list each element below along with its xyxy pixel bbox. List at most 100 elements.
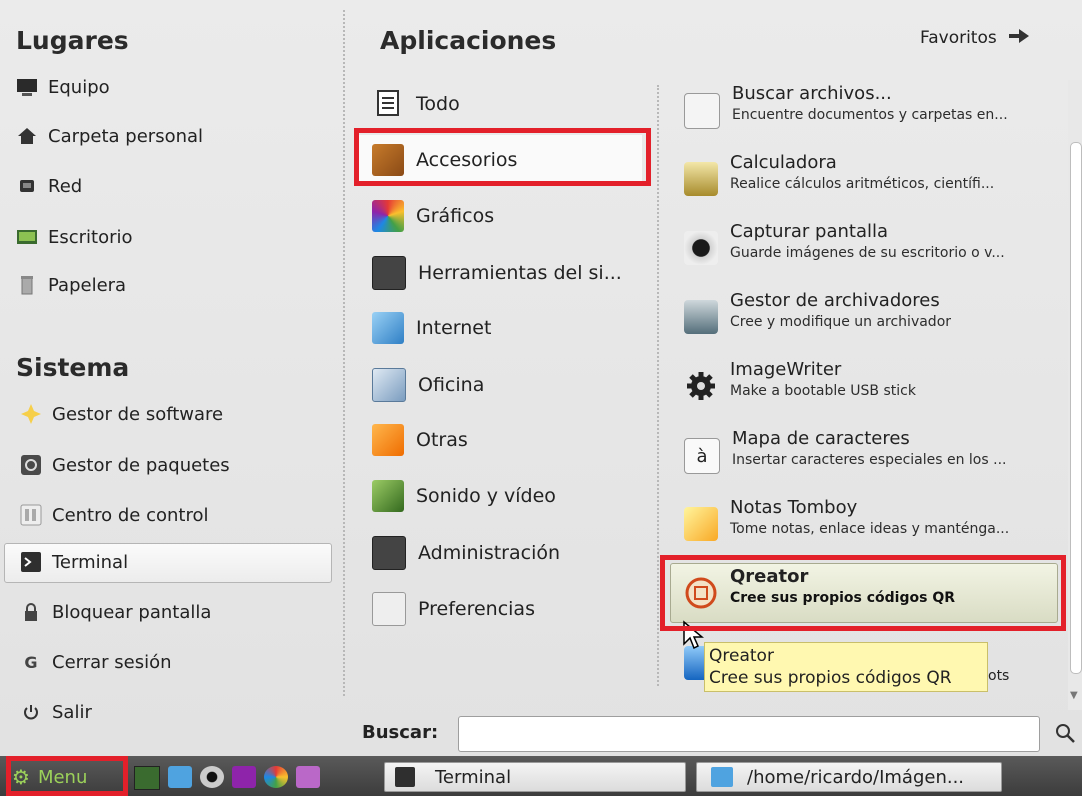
system-label: Gestor de software xyxy=(52,403,224,425)
favorites-label: Favoritos xyxy=(920,28,997,48)
place-item-equipo[interactable]: Equipo xyxy=(16,67,110,107)
scrollbar-thumb[interactable] xyxy=(1070,142,1082,674)
system-item-gestor-paquetes[interactable]: Gestor de paquetes xyxy=(20,445,230,485)
tooltip-title: Qreator xyxy=(709,646,774,666)
home-icon xyxy=(16,125,38,147)
system-item-bloquear[interactable]: Bloquear pantalla xyxy=(20,592,211,632)
administration-icon xyxy=(372,536,406,570)
highlight-accesorios xyxy=(354,128,651,186)
tooltip: Qreator Cree sus propios códigos QR xyxy=(704,642,988,692)
category-label: Oficina xyxy=(418,374,485,396)
category-preferencias[interactable]: Preferencias xyxy=(372,592,535,626)
camera-icon xyxy=(684,231,718,265)
taskbar-window-label: /home/ricardo/Imágen... xyxy=(747,766,965,788)
place-item-papelera[interactable]: Papelera xyxy=(16,265,126,305)
app-title: Mapa de caracteres xyxy=(732,428,910,449)
taskbar-window-terminal[interactable]: Terminal xyxy=(384,762,686,792)
partial-app-desc: ots xyxy=(988,668,1010,684)
place-label: Equipo xyxy=(48,76,110,98)
category-herramientas[interactable]: Herramientas del si... xyxy=(372,256,622,290)
multimedia-icon xyxy=(372,480,404,512)
category-sonido-video[interactable]: Sonido y vídeo xyxy=(372,480,556,512)
quick-launch xyxy=(134,766,320,790)
system-item-gestor-software[interactable]: Gestor de software xyxy=(20,394,223,434)
place-item-carpeta-personal[interactable]: Carpeta personal xyxy=(16,116,203,156)
place-label: Carpeta personal xyxy=(48,125,204,147)
network-icon xyxy=(16,175,38,197)
taskbar: ⚙ Menu Terminal /home/ricardo/Imágen... xyxy=(0,756,1082,796)
app-calculadora[interactable]: Calculadora Realice cálculos aritméticos,… xyxy=(684,152,994,196)
terminal-icon xyxy=(20,551,42,573)
computer-icon xyxy=(16,76,38,98)
system-item-centro-control[interactable]: Centro de control xyxy=(20,495,208,535)
scrollbar[interactable]: ▼ xyxy=(1068,80,1082,710)
desktop-icon[interactable] xyxy=(134,766,160,790)
category-oficina[interactable]: Oficina xyxy=(372,368,484,402)
system-heading: Sistema xyxy=(16,353,130,382)
applications-heading: Aplicaciones xyxy=(380,26,557,55)
app-imagewriter[interactable]: ImageWriter Make a bootable USB stick xyxy=(684,359,916,403)
system-item-cerrar-sesion[interactable]: G Cerrar sesión xyxy=(20,642,172,682)
app-desc: Guarde imágenes de su escritorio o v... xyxy=(730,245,1005,261)
character-map-icon: à xyxy=(684,438,720,474)
app-desc: Realice cálculos aritméticos, científi..… xyxy=(730,176,995,192)
app-buscar-archivos[interactable]: Buscar archivos... Encuentre documentos y… xyxy=(684,83,1008,129)
app-desc: Encuentre documentos y carpetas en... xyxy=(732,107,1008,123)
notes-icon xyxy=(684,507,718,541)
column-divider xyxy=(657,85,659,686)
app-title: Calculadora xyxy=(730,152,837,173)
power-icon xyxy=(20,701,42,723)
places-heading: Lugares xyxy=(16,26,129,55)
system-item-salir[interactable]: Salir xyxy=(20,692,92,732)
system-label: Centro de control xyxy=(52,504,209,526)
archive-icon xyxy=(684,300,718,334)
category-label: Preferencias xyxy=(418,598,535,620)
category-label: Todo xyxy=(416,93,460,115)
category-label: Internet xyxy=(416,317,492,339)
system-label: Cerrar sesión xyxy=(52,651,172,673)
graphics-icon xyxy=(372,200,404,232)
app-desc: Insertar caracteres especiales en los ..… xyxy=(732,452,1007,468)
chrome-icon[interactable] xyxy=(264,766,288,788)
category-graficos[interactable]: Gráficos xyxy=(372,200,494,232)
trash-icon xyxy=(16,274,38,296)
start-menu: Lugares Equipo Carpeta personal Red Escr… xyxy=(0,0,1082,756)
place-item-red[interactable]: Red xyxy=(16,166,82,206)
app-gestor-archivadores[interactable]: Gestor de archivadores Cree y modifique u… xyxy=(684,290,951,334)
search-input[interactable] xyxy=(458,716,1040,752)
app-notas-tomboy[interactable]: Notas Tomboy Tome notas, enlace ideas y m… xyxy=(684,497,1009,541)
gear-icon xyxy=(684,369,718,403)
app-desc: Make a bootable USB stick xyxy=(730,383,916,399)
taskbar-window-label: Terminal xyxy=(435,766,512,788)
lock-icon xyxy=(20,601,42,623)
search-label: Buscar: xyxy=(362,722,439,743)
category-internet[interactable]: Internet xyxy=(372,312,491,344)
category-label: Sonido y vídeo xyxy=(416,485,556,507)
place-label: Escritorio xyxy=(48,226,133,248)
search-icon[interactable] xyxy=(1054,722,1076,748)
app-capturar-pantalla[interactable]: Capturar pantalla Guarde imágenes de su e… xyxy=(684,221,1005,265)
headphones-icon[interactable] xyxy=(232,766,256,788)
preferences-icon xyxy=(372,592,406,626)
category-otras[interactable]: Otras xyxy=(372,424,468,456)
app-mapa-caracteres[interactable]: à Mapa de caracteres Insertar caracteres … xyxy=(684,428,1006,474)
files-icon[interactable] xyxy=(168,766,192,788)
category-todo[interactable]: Todo xyxy=(372,88,460,120)
media-icon[interactable] xyxy=(296,766,320,788)
taskbar-window-files[interactable]: /home/ricardo/Imágen... xyxy=(696,762,1002,792)
system-item-terminal[interactable]: Terminal xyxy=(20,542,128,582)
favorites-button[interactable]: Favoritos xyxy=(920,28,1029,48)
internet-icon xyxy=(372,312,404,344)
arrow-right-icon xyxy=(1008,28,1029,48)
category-administracion[interactable]: Administración xyxy=(372,536,560,570)
system-tools-icon xyxy=(372,256,406,290)
camera-icon[interactable] xyxy=(200,766,224,788)
app-title: Notas Tomboy xyxy=(730,497,858,518)
highlight-qreator xyxy=(660,555,1066,631)
app-desc: Cree y modifique un archivador xyxy=(730,314,952,330)
app-title: Gestor de archivadores xyxy=(730,290,940,311)
tooltip-desc: Cree sus propios códigos QR xyxy=(709,668,952,688)
place-item-escritorio[interactable]: Escritorio xyxy=(16,217,133,257)
scroll-down-icon[interactable]: ▼ xyxy=(1070,690,1078,701)
app-desc: Tome notas, enlace ideas y manténga... xyxy=(730,521,1010,537)
